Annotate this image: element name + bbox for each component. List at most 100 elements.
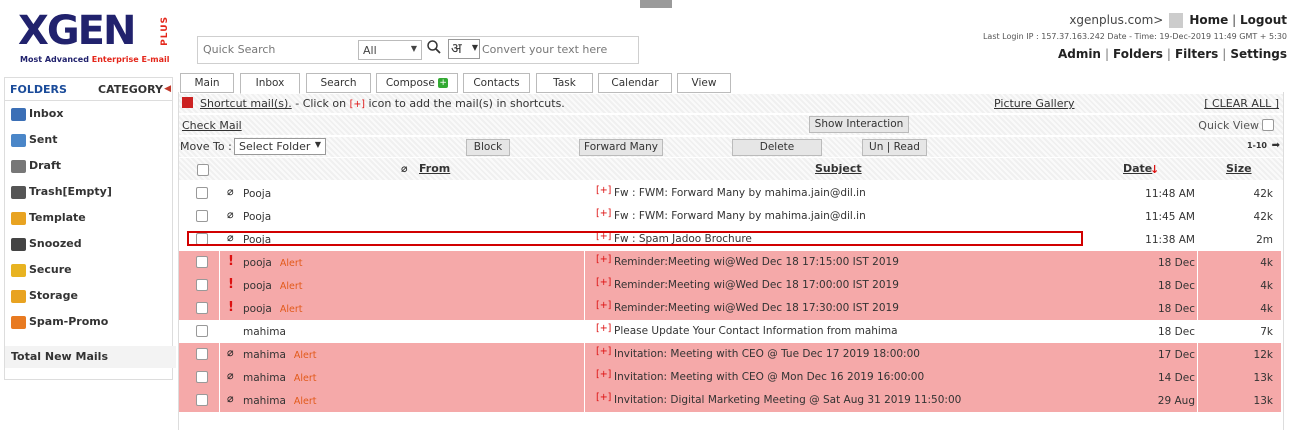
email-from[interactable]: mahima Alert xyxy=(243,349,317,361)
block-button[interactable]: Block xyxy=(466,139,510,156)
tab-inbox[interactable]: Inbox xyxy=(240,73,300,94)
xgen-logo[interactable]: XGEN PLUS Most Advanced Enterprise E-mai… xyxy=(10,8,178,64)
add-shortcut-icon[interactable]: [+] xyxy=(596,300,611,311)
size-column-header[interactable]: Size xyxy=(1226,162,1252,175)
row-checkbox[interactable] xyxy=(196,279,208,291)
column-divider xyxy=(219,389,220,412)
email-row[interactable]: ⌀ mahima Alert [+] Invitation: Meeting with … xyxy=(179,343,1281,367)
sidebar-item-snoozed[interactable]: Snoozed xyxy=(5,231,172,257)
select-all-checkbox[interactable] xyxy=(197,164,209,176)
add-shortcut-icon[interactable]: [+] xyxy=(596,185,611,196)
select-folder-dropdown[interactable]: Select Folder ▼ xyxy=(234,138,326,155)
add-shortcut-icon[interactable]: [+] xyxy=(596,323,611,334)
next-page-icon[interactable]: ➡ xyxy=(1272,140,1280,151)
folders-heading[interactable]: FOLDERS xyxy=(10,83,67,96)
email-subject[interactable]: Invitation: Digital Marketing Meeting @ … xyxy=(614,394,961,406)
collapse-arrow-icon[interactable]: ◀ xyxy=(164,84,171,94)
search-icon[interactable] xyxy=(426,39,442,55)
sidebar-item-sent[interactable]: Sent xyxy=(5,127,172,153)
email-from[interactable]: pooja Alert xyxy=(243,280,303,292)
picture-gallery-link[interactable]: Picture Gallery xyxy=(994,97,1075,110)
email-row[interactable]: ⌀ mahima Alert [+] Invitation: Digital Marke… xyxy=(179,389,1281,413)
email-row[interactable]: mahima [+] Please Update Your Contact Info… xyxy=(179,320,1281,344)
user-avatar-icon[interactable] xyxy=(1169,13,1184,28)
sort-down-arrow-icon[interactable]: ↓ xyxy=(1150,163,1159,176)
settings-link[interactable]: Settings xyxy=(1230,47,1287,61)
add-shortcut-icon[interactable]: [+] xyxy=(596,277,611,288)
add-shortcut-icon[interactable]: [+] xyxy=(596,369,611,380)
row-checkbox[interactable] xyxy=(196,187,208,199)
tab-calendar[interactable]: Calendar xyxy=(598,73,672,93)
admin-link[interactable]: Admin xyxy=(1058,47,1101,61)
email-row[interactable]: ! pooja Alert [+] Reminder:Meeting wi@Wed De… xyxy=(179,274,1281,298)
email-from[interactable]: pooja Alert xyxy=(243,257,303,269)
tab-task[interactable]: Task xyxy=(536,73,593,93)
email-from[interactable]: Pooja xyxy=(243,188,271,200)
separator: | xyxy=(1222,47,1227,61)
logout-link[interactable]: Logout xyxy=(1240,13,1287,27)
sidebar-item-label: Secure xyxy=(29,263,72,276)
add-shortcut-icon[interactable]: [+] xyxy=(596,254,611,265)
folders-link[interactable]: Folders xyxy=(1113,47,1163,61)
email-subject[interactable]: Reminder:Meeting wi@Wed Dec 18 17:00:00 … xyxy=(614,279,899,291)
tab-main[interactable]: Main xyxy=(180,73,234,93)
email-row[interactable]: ! pooja Alert [+] Reminder:Meeting wi@Wed De… xyxy=(179,297,1281,321)
row-checkbox[interactable] xyxy=(196,394,208,406)
email-from[interactable]: Pooja xyxy=(243,211,271,223)
quick-search-input[interactable]: Quick Search xyxy=(203,43,353,56)
row-checkbox[interactable] xyxy=(196,325,208,337)
row-checkbox[interactable] xyxy=(196,302,208,314)
email-from[interactable]: pooja Alert xyxy=(243,303,303,315)
email-subject[interactable]: Invitation: Meeting with CEO @ Mon Dec 1… xyxy=(614,371,924,383)
row-checkbox[interactable] xyxy=(196,210,208,222)
filters-link[interactable]: Filters xyxy=(1175,47,1218,61)
email-subject[interactable]: Reminder:Meeting wi@Wed Dec 18 17:30:00 … xyxy=(614,302,899,314)
shortcut-mails-link[interactable]: Shortcut mail(s). xyxy=(200,97,292,110)
quick-view-checkbox[interactable] xyxy=(1262,119,1274,131)
search-scope-select[interactable]: All ▼ xyxy=(358,40,422,60)
unread-read-button[interactable]: Un | Read xyxy=(862,139,927,156)
add-shortcut-icon[interactable]: [+] xyxy=(596,208,611,219)
email-subject[interactable]: Invitation: Meeting with CEO @ Tue Dec 1… xyxy=(614,348,920,360)
hindi-input-toggle[interactable]: अ ▼ xyxy=(448,39,480,59)
sidebar-item-template[interactable]: Template xyxy=(5,205,172,231)
subject-column-header[interactable]: Subject xyxy=(815,162,862,175)
check-mail-link[interactable]: Check Mail xyxy=(182,119,242,132)
email-row[interactable]: ⌀ Pooja [+] Fw : FWM: Forward Many by mahim… xyxy=(179,182,1281,206)
category-heading[interactable]: CATEGORY xyxy=(98,83,163,96)
sidebar-item-trash-empty[interactable]: Trash[Empty] xyxy=(5,179,172,205)
email-subject[interactable]: Reminder:Meeting wi@Wed Dec 18 17:15:00 … xyxy=(614,256,899,268)
clear-all-link[interactable]: [ CLEAR ALL ] xyxy=(1204,97,1279,110)
convert-text-input[interactable]: Convert your text here xyxy=(482,43,607,56)
forward-many-button[interactable]: Forward Many xyxy=(579,139,663,156)
home-link[interactable]: Home xyxy=(1189,13,1228,27)
tab-contacts[interactable]: Contacts xyxy=(463,73,530,93)
delete-button[interactable]: Delete xyxy=(732,139,822,156)
tab-view[interactable]: View xyxy=(677,73,731,93)
email-subject[interactable]: Please Update Your Contact Information f… xyxy=(614,325,898,337)
email-row[interactable]: ⌀ mahima Alert [+] Invitation: Meeting with … xyxy=(179,366,1281,390)
email-row[interactable]: ⌀ Pooja [+] Fw : FWM: Forward Many by mahim… xyxy=(179,205,1281,229)
email-from[interactable]: mahima Alert xyxy=(243,372,317,384)
tab-search[interactable]: Search xyxy=(306,73,371,93)
email-row[interactable]: ! pooja Alert [+] Reminder:Meeting wi@Wed De… xyxy=(179,251,1281,275)
row-checkbox[interactable] xyxy=(196,371,208,383)
row-checkbox[interactable] xyxy=(196,256,208,268)
sidebar-item-secure[interactable]: Secure xyxy=(5,257,172,283)
sidebar-item-draft[interactable]: Draft xyxy=(5,153,172,179)
email-subject[interactable]: Fw : FWM: Forward Many by mahima.jain@di… xyxy=(614,187,866,199)
email-subject[interactable]: Fw : FWM: Forward Many by mahima.jain@di… xyxy=(614,210,866,222)
add-shortcut-icon[interactable]: [+] xyxy=(596,346,611,357)
sidebar-item-spam-promo[interactable]: Spam-Promo xyxy=(5,309,172,335)
email-from[interactable]: mahima Alert xyxy=(243,395,317,407)
sidebar-item-inbox[interactable]: Inbox xyxy=(5,101,172,127)
sidebar-item-storage[interactable]: Storage xyxy=(5,283,172,309)
add-shortcut-icon[interactable]: [+] xyxy=(596,392,611,403)
tab-compose[interactable]: Compose + xyxy=(376,73,458,93)
date-column-header[interactable]: Date xyxy=(1123,162,1152,175)
row-checkbox[interactable] xyxy=(196,348,208,360)
email-date: 18 Dec xyxy=(1157,257,1195,269)
from-column-header[interactable]: From xyxy=(419,162,450,175)
email-from[interactable]: mahima xyxy=(243,326,286,338)
show-interaction-button[interactable]: Show Interaction xyxy=(809,116,909,133)
